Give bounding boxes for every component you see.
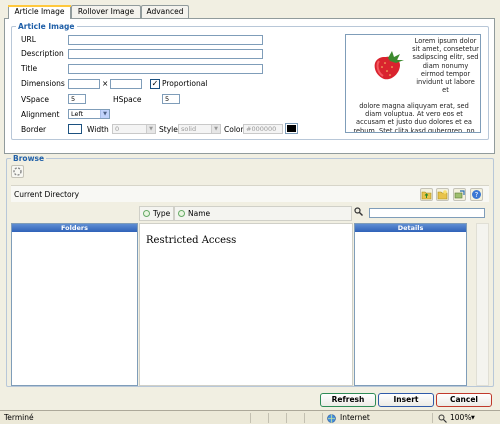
folders-header: Folders: [12, 224, 137, 232]
help-icon[interactable]: ?: [470, 188, 483, 201]
zone-label: Internet: [340, 413, 370, 422]
color-swatch: [287, 125, 296, 132]
vspace-label: VSpace: [21, 95, 49, 104]
border-width-select[interactable]: 0 ▼: [112, 124, 156, 134]
restricted-access-message: Restricted Access: [146, 235, 237, 246]
alignment-value: Left: [71, 110, 84, 118]
type-label: Type: [153, 209, 171, 218]
chevron-down-icon: ▼: [100, 110, 109, 118]
zoom-control[interactable]: 100% ▼: [432, 413, 498, 423]
type-column-header[interactable]: Type: [139, 206, 174, 221]
border-label: Border: [21, 125, 47, 134]
folders-panel: [11, 223, 138, 386]
tab-rollover-image[interactable]: Rollover Image: [71, 5, 141, 18]
chevron-down-icon: ▼: [471, 415, 475, 421]
proportional-label: Proportional: [162, 79, 208, 88]
search-input[interactable]: [369, 208, 485, 218]
color-picker-button[interactable]: [285, 123, 298, 134]
details-panel: [354, 223, 467, 386]
preview-text-full: dolore magna aliquyam erat, sed diam vol…: [353, 102, 475, 133]
status-bar: Terminé Internet 100% ▼: [0, 410, 500, 424]
status-cell: [286, 413, 304, 423]
border-checkbox[interactable]: [68, 124, 82, 134]
hspace-input[interactable]: 5: [162, 94, 180, 104]
globe-icon: [327, 414, 336, 423]
tab-advanced[interactable]: Advanced: [141, 5, 189, 18]
scrollbar[interactable]: [476, 223, 489, 386]
border-color-input[interactable]: #000000: [243, 124, 283, 134]
current-directory-label: Current Directory: [14, 190, 80, 199]
check-icon: ✓: [151, 79, 159, 88]
chevron-down-icon: ▼: [211, 125, 220, 133]
border-style-label: Style: [159, 125, 178, 134]
status-cell: [268, 413, 286, 423]
internet-zone: Internet: [322, 413, 432, 423]
alignment-label: Alignment: [21, 110, 60, 119]
loading-icon[interactable]: [11, 165, 24, 178]
name-column-header[interactable]: Name: [174, 206, 352, 221]
cancel-button[interactable]: Cancel: [436, 393, 492, 407]
width-input[interactable]: [68, 79, 100, 89]
search-icon: [352, 207, 365, 220]
zoom-icon: [438, 414, 447, 423]
vspace-input[interactable]: 5: [68, 94, 86, 104]
new-folder-icon[interactable]: [436, 188, 449, 201]
border-style-select[interactable]: solid ▼: [178, 124, 221, 134]
description-input[interactable]: [68, 49, 263, 59]
upload-icon[interactable]: [453, 188, 466, 201]
status-text: Terminé: [4, 413, 34, 422]
alignment-select[interactable]: Left ▼: [68, 109, 110, 119]
title-input[interactable]: [68, 64, 263, 74]
file-list: [139, 223, 353, 386]
url-label: URL: [21, 35, 36, 44]
sort-icon: [143, 210, 150, 217]
border-style-value: solid: [181, 125, 197, 133]
status-cell: [250, 413, 268, 423]
refresh-button[interactable]: Refresh: [320, 393, 376, 407]
browse-legend: Browse: [13, 154, 45, 163]
svg-text:?: ?: [475, 191, 479, 199]
url-input[interactable]: [68, 35, 263, 45]
status-cell: [304, 413, 322, 423]
border-width-label: Width: [87, 125, 109, 134]
preview-text-right: Lorem ipsum dolor sit amet, consetetur s…: [412, 37, 479, 95]
proportional-checkbox[interactable]: ✓: [150, 79, 160, 89]
dimensions-label: Dimensions: [21, 79, 65, 88]
tab-article-image[interactable]: Article Image: [8, 5, 71, 19]
image-preview: Lorem ipsum dolor sit amet, consetetur s…: [345, 34, 481, 133]
chevron-down-icon: ▼: [146, 125, 155, 133]
description-label: Description: [21, 49, 64, 58]
name-label: Name: [188, 209, 211, 218]
height-input[interactable]: [110, 79, 142, 89]
folder-up-icon[interactable]: [420, 188, 433, 201]
article-image-legend: Article Image: [18, 22, 75, 31]
strawberry-image: [374, 51, 404, 80]
border-color-label: Color: [224, 125, 244, 134]
details-header: Details: [355, 224, 466, 232]
border-width-value: 0: [115, 125, 120, 133]
zoom-label: 100%: [450, 413, 472, 422]
hspace-label: HSpace: [113, 95, 142, 104]
insert-button[interactable]: Insert: [378, 393, 434, 407]
title-label: Title: [21, 64, 38, 73]
sort-icon: [178, 210, 185, 217]
dimensions-separator: ×: [102, 79, 109, 88]
directory-bar: [11, 185, 489, 202]
